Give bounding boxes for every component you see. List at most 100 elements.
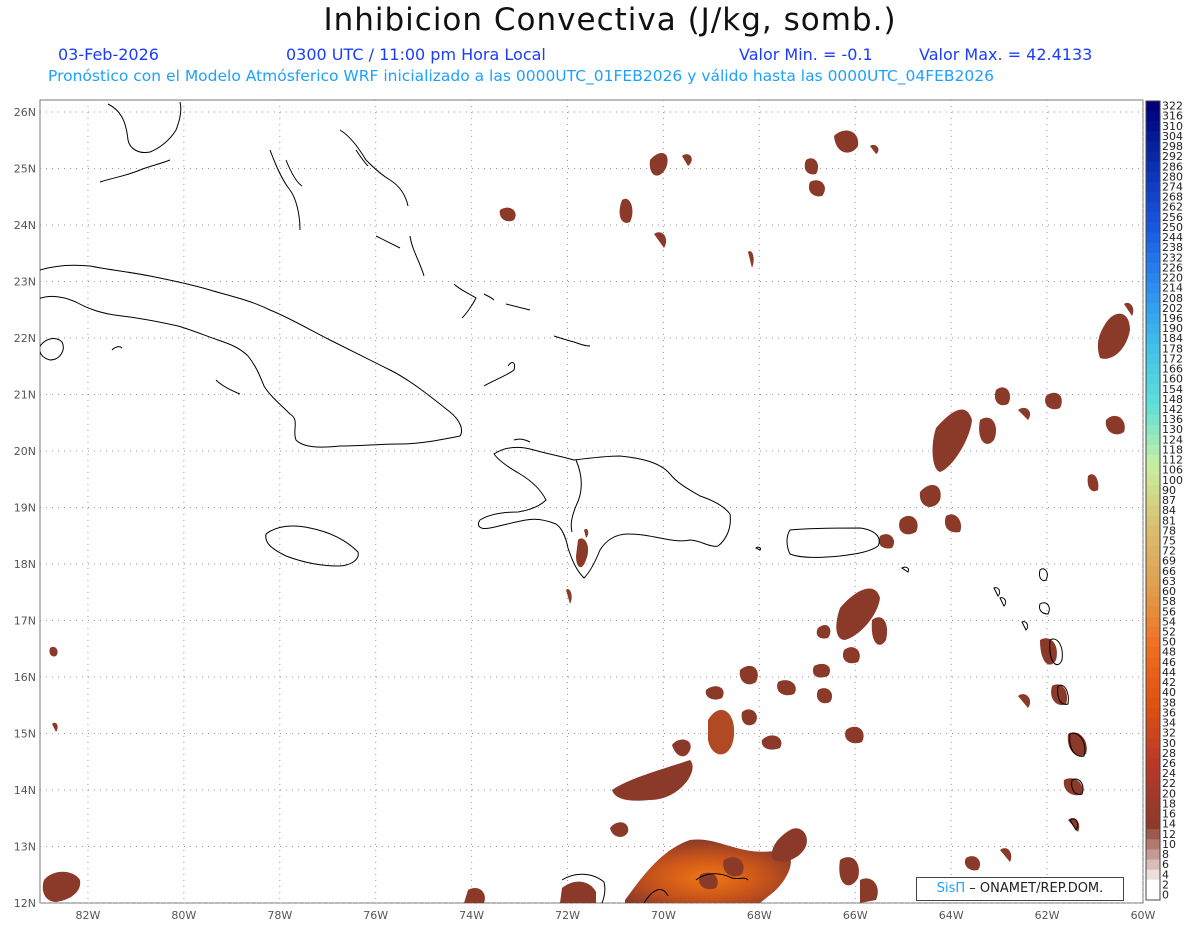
colorbar-swatch [1146, 859, 1160, 871]
colorbar-swatch [1146, 353, 1160, 365]
lat-label: 21N [14, 389, 36, 402]
lat-label: 13N [14, 841, 36, 854]
lat-label: 18N [14, 558, 36, 571]
colorbar-swatch [1146, 596, 1160, 608]
plot-frame [39, 99, 1144, 904]
colorbar-swatch [1146, 313, 1160, 325]
colorbar-swatch [1146, 131, 1160, 142]
colorbar-swatch [1146, 778, 1160, 790]
colorbar-swatch [1146, 374, 1160, 385]
colorbar-swatch [1146, 677, 1160, 689]
colorbar-swatch [1146, 293, 1160, 304]
colorbar-swatch [1146, 546, 1160, 557]
colorbar-swatch [1146, 434, 1160, 446]
colorbar-swatch [1146, 303, 1160, 314]
colorbar-swatch [1146, 637, 1160, 648]
colorbar-swatch [1146, 171, 1160, 183]
colorbar-swatch [1146, 485, 1160, 496]
lon-label: 64W [939, 909, 964, 922]
lon-label: 78W [267, 909, 292, 922]
colorbar-swatch [1146, 647, 1160, 658]
colorbar-swatch [1146, 272, 1160, 284]
colorbar-swatch [1146, 262, 1160, 274]
colorbar-swatch [1146, 525, 1160, 537]
colorbar-swatch [1146, 384, 1160, 395]
lon-label: 66W [843, 909, 868, 922]
colorbar-swatch [1146, 505, 1160, 517]
colorbar-swatch [1146, 333, 1160, 345]
colorbar-swatch [1146, 869, 1160, 881]
colorbar-swatch [1146, 556, 1160, 567]
colorbar-swatch [1146, 748, 1160, 759]
colorbar-swatch [1146, 687, 1160, 699]
colorbar-swatch [1146, 586, 1160, 598]
colorbar-swatch [1146, 151, 1160, 163]
colorbar-swatch [1146, 535, 1160, 547]
colorbar-swatch [1146, 111, 1160, 122]
colorbar-swatch [1146, 475, 1160, 486]
colorbar-swatch [1146, 657, 1160, 668]
colorbar-swatch [1146, 363, 1160, 375]
lat-label: 12N [14, 897, 36, 910]
colorbar-swatch [1146, 667, 1160, 678]
lat-label: 25N [14, 163, 36, 176]
colorbar-swatch [1146, 323, 1160, 335]
colorbar-swatch [1146, 707, 1160, 719]
colorbar-swatch [1146, 758, 1160, 770]
colorbar-swatch [1146, 222, 1160, 233]
credit-brand: SisΠ [936, 881, 966, 896]
colorbar-swatch [1146, 738, 1160, 749]
colorbar-swatch [1146, 141, 1160, 153]
colorbar-swatch [1146, 798, 1160, 810]
colorbar-swatch [1146, 576, 1160, 587]
lat-label: 16N [14, 671, 36, 684]
colorbar-swatch [1146, 606, 1160, 618]
colorbar-swatch [1146, 444, 1160, 456]
colorbar-swatch [1146, 252, 1160, 264]
colorbar-swatch [1146, 232, 1160, 244]
colorbar-swatch [1146, 889, 1160, 901]
colorbar-swatch [1146, 495, 1160, 507]
colorbar: 3223163103042982922862802742682622562502… [1145, 100, 1183, 901]
lat-label: 15N [14, 728, 36, 741]
colorbar-swatch [1146, 404, 1160, 416]
colorbar-swatch [1146, 181, 1160, 193]
lon-label: 82W [76, 909, 101, 922]
colorbar-label: 0 [1162, 888, 1169, 901]
colorbar-swatch [1146, 728, 1160, 739]
colorbar-swatch [1146, 424, 1160, 436]
colorbar-swatch [1146, 839, 1160, 850]
lat-label: 24N [14, 219, 36, 232]
latitude-labels: 26N 25N 24N 23N 22N 21N 20N 19N 18N 17N 16N 15N 14N 1… [14, 106, 36, 910]
colorbar-swatch [1146, 808, 1160, 820]
colorbar-swatch [1146, 768, 1160, 780]
lon-label: 80W [171, 909, 196, 922]
credit-box: SisΠ – ONAMET/REP.DOM. [916, 877, 1124, 901]
colorbar-swatch [1146, 394, 1160, 405]
lat-label: 22N [14, 332, 36, 345]
colorbar-swatch [1146, 121, 1160, 132]
lat-label: 17N [14, 615, 36, 628]
colorbar-swatch [1146, 454, 1160, 466]
lon-label: 76W [363, 909, 388, 922]
lon-label: 70W [651, 909, 676, 922]
colorbar-swatch [1146, 616, 1160, 628]
colorbar-swatch [1146, 566, 1160, 577]
colorbar-swatch [1146, 849, 1160, 861]
colorbar-swatch [1146, 242, 1160, 254]
colorbar-swatch [1146, 697, 1160, 709]
lat-label: 26N [14, 106, 36, 119]
lat-label: 14N [14, 784, 36, 797]
lon-label: 72W [555, 909, 580, 922]
colorbar-swatch [1146, 283, 1160, 294]
lon-label: 74W [459, 909, 484, 922]
colorbar-swatch [1146, 202, 1160, 213]
lat-label: 19N [14, 502, 36, 515]
colorbar-swatch [1146, 101, 1160, 112]
colorbar-swatch [1146, 788, 1160, 800]
longitude-labels: 82W 80W 78W 76W 74W 72W 70W 68W 66W 64W 62W 60W [76, 909, 1156, 922]
map-canvas: 26N 25N 24N 23N 22N 21N 20N 19N 18N 17N 16N 15N 14N 1… [14, 99, 1183, 922]
lon-label: 60W [1131, 909, 1156, 922]
colorbar-swatch [1146, 414, 1160, 426]
lon-label: 68W [747, 909, 772, 922]
